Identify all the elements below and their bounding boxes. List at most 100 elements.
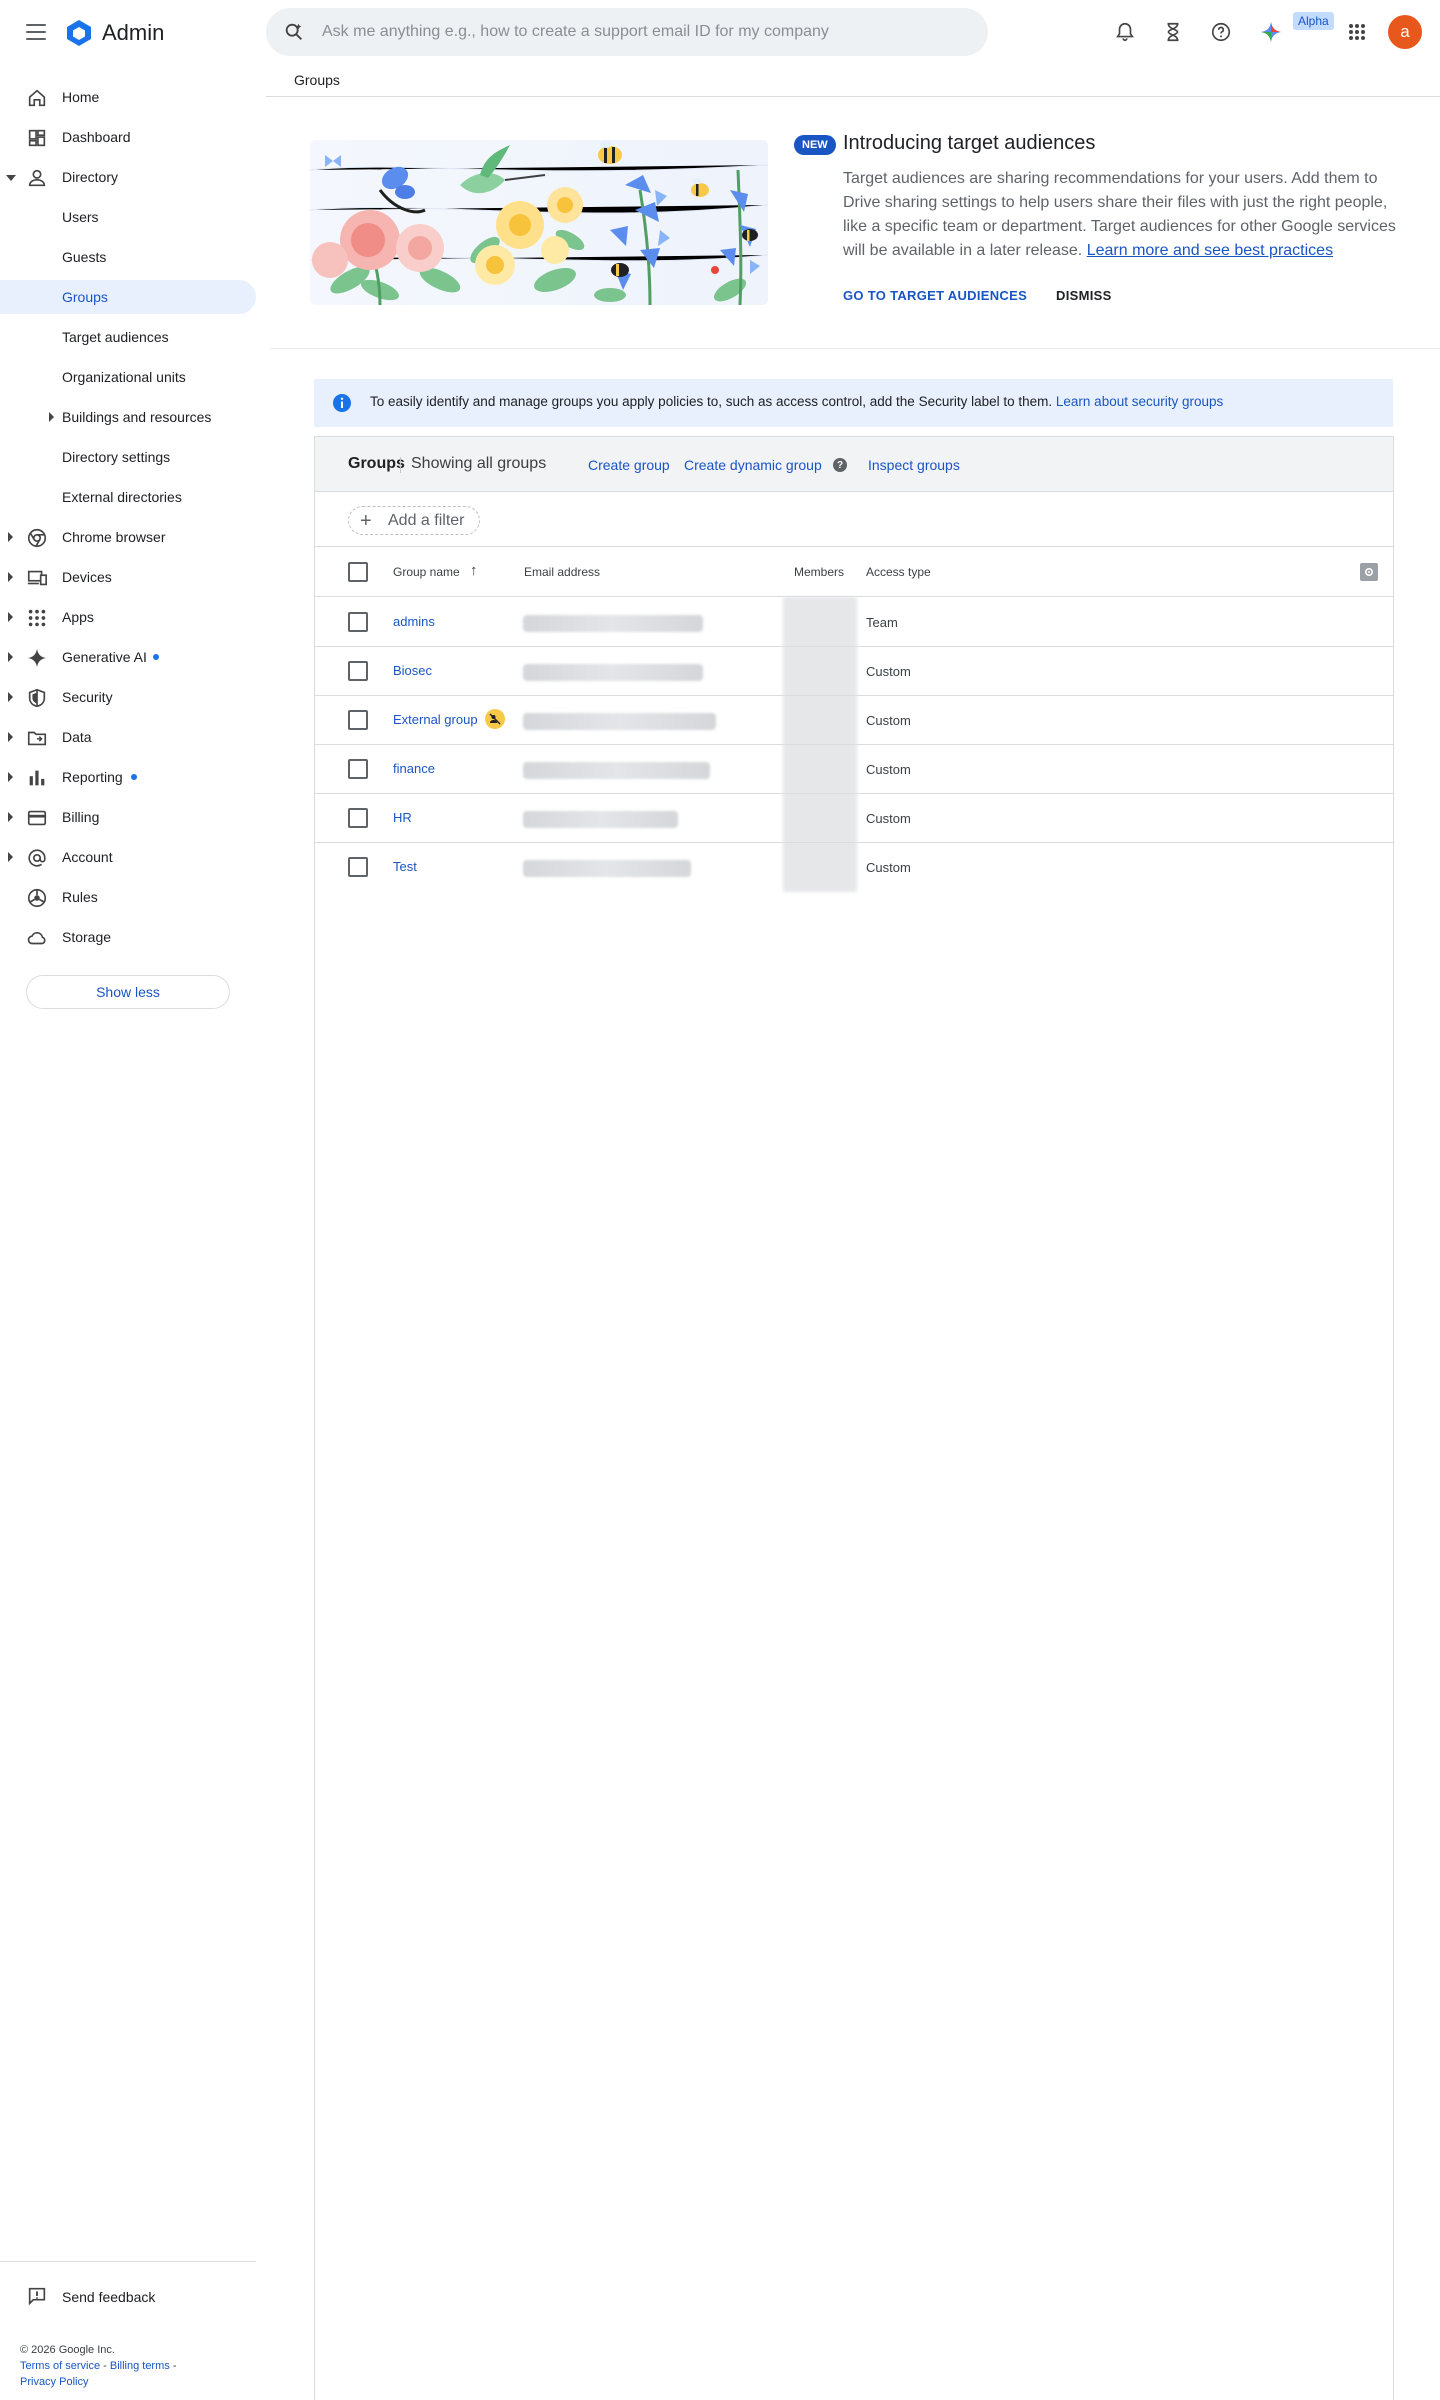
new-indicator-dot <box>153 654 159 660</box>
send-feedback-button[interactable]: Send feedback <box>26 2285 155 2307</box>
table-row[interactable]: Biosec Custom <box>315 647 1393 696</box>
plus-icon: + <box>360 510 372 532</box>
devices-icon <box>27 570 47 586</box>
terms-of-service-link[interactable]: Terms of service <box>20 2360 100 2372</box>
expand-caret-icon <box>8 732 13 742</box>
group-name-link[interactable]: External group <box>393 712 478 727</box>
email-redacted <box>523 664 703 681</box>
account-avatar[interactable]: a <box>1388 15 1422 49</box>
sidebar-item-target-audiences[interactable]: Target audiences <box>0 320 256 354</box>
access-type: Team <box>866 615 898 630</box>
privacy-policy-link[interactable]: Privacy Policy <box>20 2376 88 2388</box>
row-checkbox[interactable] <box>348 661 368 681</box>
groups-card: Groups Showing all groups Create group C… <box>314 436 1394 2400</box>
email-redacted <box>523 860 691 877</box>
create-group-link[interactable]: Create group <box>588 457 670 473</box>
sidebar-item-label: Dashboard <box>62 129 131 145</box>
dynamic-group-help-icon[interactable]: ? <box>833 458 847 472</box>
learn-more-link[interactable]: Learn more and see best practices <box>1087 242 1333 259</box>
credit-card-icon <box>27 810 47 826</box>
sidebar-item-label: Devices <box>62 569 112 585</box>
notifications-bell-icon[interactable] <box>1112 19 1138 45</box>
group-name-link[interactable]: finance <box>393 761 435 776</box>
sidebar-item-home[interactable]: Home <box>0 80 256 114</box>
row-checkbox[interactable] <box>348 710 368 730</box>
column-header-members[interactable]: Members <box>794 565 844 579</box>
sidebar-item-guests[interactable]: Guests <box>0 240 256 274</box>
sidebar-item-label: Billing <box>62 809 100 825</box>
security-label-info-banner: To easily identify and manage groups you… <box>314 379 1393 427</box>
column-header-email[interactable]: Email address <box>524 565 600 579</box>
inspect-groups-link[interactable]: Inspect groups <box>868 457 960 473</box>
sidebar-item-users[interactable]: Users <box>0 200 256 234</box>
sidebar-item-data[interactable]: Data <box>0 720 256 754</box>
sidebar-item-directory-settings[interactable]: Directory settings <box>0 440 256 474</box>
tasks-hourglass-icon[interactable] <box>1160 19 1186 45</box>
column-settings-gear-icon[interactable] <box>1360 563 1378 581</box>
sidebar-item-label: Generative AI <box>62 649 147 665</box>
table-row[interactable]: HR Custom <box>315 794 1393 843</box>
sidebar-item-label: Groups <box>62 289 108 305</box>
search-input[interactable] <box>322 8 962 56</box>
learn-about-security-groups-link[interactable]: Learn about security groups <box>1056 394 1223 409</box>
add-filter-button[interactable]: + Add a filter <box>348 506 480 535</box>
sidebar-item-buildings-and-resources[interactable]: Buildings and resources <box>0 400 256 434</box>
access-type: Custom <box>866 811 911 826</box>
show-less-button[interactable]: Show less <box>26 975 230 1009</box>
create-dynamic-group-link[interactable]: Create dynamic group <box>684 457 822 473</box>
billing-terms-link[interactable]: Billing terms <box>110 2360 170 2372</box>
table-header: Group name ↑ Email address Members Acces… <box>315 548 1393 597</box>
search-bar[interactable] <box>266 8 988 56</box>
sidebar-item-dashboard[interactable]: Dashboard <box>0 120 256 154</box>
group-name-link[interactable]: HR <box>393 810 412 825</box>
feedback-icon <box>28 2287 46 2306</box>
table-row[interactable]: External group Custom <box>315 696 1393 745</box>
google-apps-icon[interactable] <box>1344 19 1370 45</box>
row-checkbox[interactable] <box>348 612 368 632</box>
sidebar-item-directory[interactable]: Directory <box>0 160 256 194</box>
table-row[interactable]: finance Custom <box>315 745 1393 794</box>
row-checkbox[interactable] <box>348 759 368 779</box>
dismiss-button[interactable]: DISMISS <box>1056 288 1112 303</box>
select-all-checkbox[interactable] <box>348 562 368 582</box>
group-name-link[interactable]: admins <box>393 614 435 629</box>
sidebar-item-devices[interactable]: Devices <box>0 560 256 594</box>
expand-caret-icon <box>8 532 13 542</box>
sidebar-item-reporting[interactable]: Reporting <box>0 760 256 794</box>
group-name-link[interactable]: Test <box>393 859 417 874</box>
column-header-access-type[interactable]: Access type <box>866 565 931 579</box>
footer: © 2026 Google Inc. Terms of service - Bi… <box>20 2342 177 2390</box>
sidebar-item-label: Organizational units <box>62 369 186 385</box>
sidebar-item-organizational-units[interactable]: Organizational units <box>0 360 256 394</box>
sidebar-item-label: Directory settings <box>62 449 171 465</box>
main-menu-button[interactable] <box>20 18 52 46</box>
row-checkbox[interactable] <box>348 808 368 828</box>
sidebar-item-chrome-browser[interactable]: Chrome browser <box>0 520 256 554</box>
sort-ascending-icon[interactable]: ↑ <box>470 562 478 579</box>
filter-bar: + Add a filter <box>315 493 1393 547</box>
target-audiences-illustration <box>310 140 768 306</box>
sidebar-item-apps[interactable]: Apps <box>0 600 256 634</box>
sidebar-item-rules[interactable]: Rules <box>0 880 256 914</box>
top-bar: Admin Alpha a <box>0 0 1440 64</box>
sidebar-item-security[interactable]: Security <box>0 680 256 714</box>
column-header-group-name[interactable]: Group name <box>393 565 460 579</box>
brand[interactable]: Admin <box>64 18 164 48</box>
sidebar-item-groups[interactable]: Groups <box>0 280 256 314</box>
row-checkbox[interactable] <box>348 857 368 877</box>
sidebar-item-external-directories[interactable]: External directories <box>0 480 256 514</box>
gemini-sparkle-icon[interactable] <box>1258 19 1284 45</box>
sidebar-item-account[interactable]: Account <box>0 840 256 874</box>
table-row[interactable]: admins Team <box>315 598 1393 647</box>
expand-caret-icon <box>8 652 13 662</box>
sidebar-item-generative-ai[interactable]: Generative AI <box>0 640 256 674</box>
sidebar-item-billing[interactable]: Billing <box>0 800 256 834</box>
table-row[interactable]: Test Custom <box>315 843 1393 892</box>
sidebar-item-storage[interactable]: Storage <box>0 920 256 954</box>
shield-icon <box>28 688 46 708</box>
rules-icon <box>27 888 47 908</box>
go-to-target-audiences-button[interactable]: GO TO TARGET AUDIENCES <box>843 288 1027 303</box>
group-name-link[interactable]: Biosec <box>393 663 432 678</box>
external-members-icon <box>485 709 505 729</box>
help-icon[interactable] <box>1208 19 1234 45</box>
